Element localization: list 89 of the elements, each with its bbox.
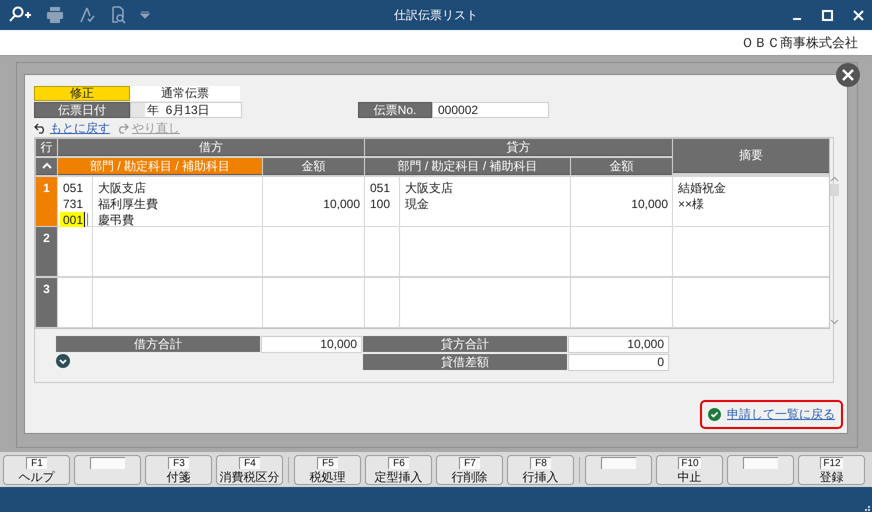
redo-icon <box>116 122 129 134</box>
undo-link[interactable]: もとに戻す <box>34 120 110 136</box>
table-cell[interactable] <box>365 278 399 328</box>
printer-icon[interactable] <box>46 7 64 23</box>
table-cell[interactable] <box>263 278 364 328</box>
memo-text: ××様 <box>678 196 706 212</box>
slip-number-field[interactable]: 000002 <box>432 102 549 118</box>
function-key[interactable]: F3 付箋 <box>145 454 212 484</box>
scrollbar-thumb[interactable] <box>830 184 839 196</box>
function-key[interactable]: F4 消費税区分 <box>216 454 283 484</box>
mode-label: 修正 <box>34 86 130 100</box>
collapse-icon[interactable] <box>42 162 52 170</box>
function-key[interactable] <box>585 454 652 484</box>
account-name: 現金 <box>405 196 430 212</box>
account-name: 福利厚生費 <box>98 196 159 212</box>
table-cell[interactable] <box>400 227 570 276</box>
check-circle-icon <box>708 408 721 421</box>
table-cell[interactable]: 大阪支店 現金 <box>400 176 570 226</box>
account-code: 051 <box>63 180 84 196</box>
total-value: 10,000 <box>261 336 362 353</box>
total-label: 貸方合計 <box>363 336 567 352</box>
account-name: 大阪支店 <box>405 180 454 196</box>
table-cell[interactable] <box>571 227 672 276</box>
memo-text: 結婚祝金 <box>678 180 727 196</box>
submit-link[interactable]: 申請して一覧に戻る <box>700 400 843 429</box>
function-key[interactable]: F12 登録 <box>798 454 865 484</box>
table-cell[interactable] <box>93 278 262 328</box>
date-field[interactable]: 年 6月13日 <box>130 102 242 118</box>
column-header: 行 <box>36 139 57 156</box>
total-value: 10,000 <box>568 336 669 353</box>
table-cell[interactable]: 結婚祝金 ××様 <box>673 176 829 226</box>
table-cell[interactable] <box>365 227 399 276</box>
account-name: 慶弔費 <box>98 212 135 228</box>
close-icon[interactable] <box>853 10 864 20</box>
table-cell[interactable]: 051 731 001 <box>58 176 92 226</box>
column-header[interactable]: 金額 <box>263 158 364 175</box>
column-header: 摘要 <box>673 139 829 173</box>
account-code: 731 <box>63 196 84 212</box>
table-cell[interactable]: 10,000 <box>571 176 672 226</box>
table-cell[interactable] <box>673 227 829 276</box>
column-header[interactable]: 部門 / 勘定科目 / 補助科目 <box>365 158 570 175</box>
column-header: 借方 <box>58 139 364 156</box>
field-label: 伝票No. <box>358 102 432 118</box>
undo-icon <box>34 122 47 134</box>
company-name: ＯＢＣ商事株式会社 <box>741 34 858 52</box>
column-header[interactable]: 金額 <box>571 158 672 175</box>
table-cell[interactable] <box>58 278 92 328</box>
function-key[interactable]: F6 定型挿入 <box>365 454 432 484</box>
function-key[interactable]: F7 行削除 <box>436 454 503 484</box>
resize-grip-icon[interactable] <box>862 506 870 512</box>
expand-icon[interactable] <box>56 354 70 368</box>
scroll-up-icon[interactable] <box>830 176 839 182</box>
function-key[interactable]: F10 中止 <box>656 454 723 484</box>
table-cell[interactable]: 大阪支店 福利厚生費 慶弔費 <box>93 176 262 226</box>
dropdown-icon[interactable] <box>140 11 150 19</box>
maximize-icon[interactable] <box>822 10 833 20</box>
account-code: 100 <box>370 196 392 212</box>
scroll-down-icon[interactable] <box>830 319 839 325</box>
account-name: 大阪支店 <box>98 180 147 196</box>
function-key[interactable]: F5 税処理 <box>294 454 361 484</box>
table-cell[interactable] <box>58 227 92 276</box>
account-code: 051 <box>370 180 392 196</box>
function-key[interactable]: F1 ヘルプ <box>3 454 70 484</box>
table-cell[interactable] <box>400 278 570 328</box>
slip-type: 通常伝票 <box>130 86 240 100</box>
total-value: 0 <box>568 354 669 371</box>
function-key[interactable]: F8 行挿入 <box>507 454 574 484</box>
code-input[interactable]: 001 <box>60 212 86 228</box>
close-icon[interactable] <box>836 63 860 87</box>
table-cell[interactable] <box>263 227 364 276</box>
row-number[interactable]: 2 <box>36 227 57 276</box>
zoom-in-icon[interactable] <box>8 6 32 24</box>
row-number[interactable]: 3 <box>36 278 57 328</box>
table-cell[interactable] <box>571 278 672 328</box>
amount: 10,000 <box>630 196 668 212</box>
total-label: 借方合計 <box>56 336 260 352</box>
table-cell[interactable] <box>93 227 262 276</box>
field-label: 伝票日付 <box>34 102 130 118</box>
function-key[interactable] <box>727 454 794 484</box>
table-cell[interactable]: 051 100 <box>365 176 399 226</box>
amount: 10,000 <box>322 196 360 212</box>
pen-check-icon[interactable] <box>78 6 96 24</box>
table-cell[interactable]: 10,000 <box>263 176 364 226</box>
total-label: 貸借差額 <box>363 354 567 370</box>
window-title: 仕訳伝票リスト <box>393 6 479 24</box>
document-search-icon[interactable] <box>110 6 126 24</box>
column-header: 貸方 <box>365 139 672 156</box>
table-cell[interactable] <box>673 278 829 328</box>
function-key[interactable] <box>74 454 141 484</box>
